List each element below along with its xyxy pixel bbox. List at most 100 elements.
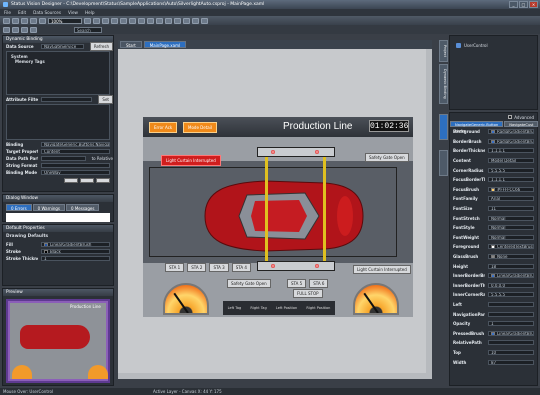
menu-data-sources[interactable]: Data Sources (33, 10, 61, 15)
data-source-select[interactable]: NavGateService (41, 44, 84, 49)
safety-gate-top-indicator[interactable]: Safety Gate Open (365, 153, 409, 162)
property-value[interactable]: Normal (488, 234, 534, 240)
property-value[interactable]: 87 (488, 359, 534, 365)
set-filter-button[interactable]: Set (98, 95, 113, 104)
redo-icon[interactable] (93, 17, 100, 24)
copy-icon[interactable] (39, 17, 46, 24)
advanced-checkbox[interactable] (508, 115, 513, 119)
property-value[interactable] (488, 301, 534, 307)
undo-icon[interactable] (84, 17, 91, 24)
vertical-scrollbar[interactable] (426, 49, 432, 379)
tab-messages[interactable]: 0 Messages (66, 204, 100, 211)
tab-start[interactable]: Start (120, 41, 142, 48)
tab-dynamic-binding[interactable]: Dynamic Binding (439, 64, 448, 104)
station-2[interactable]: STA 2 (187, 263, 207, 272)
cut-icon[interactable] (30, 17, 37, 24)
rectangle-tool-icon[interactable] (12, 26, 19, 33)
station-4[interactable]: STA 4 (231, 263, 251, 272)
new-icon[interactable] (3, 17, 10, 24)
light-curtain-bottom-indicator[interactable]: Light Curtain Interrupted (353, 265, 411, 274)
save-icon[interactable] (21, 17, 28, 24)
tab-events-side[interactable] (439, 150, 448, 176)
tree-item-memory-tags[interactable]: Memory Tags (11, 59, 105, 64)
ellipse-tool-icon[interactable] (21, 26, 28, 33)
menu-help[interactable]: Help (85, 10, 95, 15)
data-path-input[interactable] (41, 156, 86, 161)
binding-mode-select[interactable]: OneWay (41, 170, 110, 175)
property-value[interactable]: Model Detail (488, 158, 534, 164)
tab-mainpage[interactable]: MainPage.xaml (143, 41, 187, 48)
property-value[interactable]: 5,5,5,5 (488, 292, 534, 298)
station-1[interactable]: STA 1 (165, 263, 185, 272)
maximize-button[interactable]: □ (519, 1, 528, 8)
property-value[interactable]: LinearGradientBru (488, 330, 534, 336)
property-value[interactable]: #FFFFCC66 (488, 186, 534, 192)
run-icon[interactable] (183, 17, 190, 24)
minimize-button[interactable]: _ (509, 1, 518, 8)
refresh-button[interactable]: Refresh (89, 42, 113, 51)
property-value[interactable]: Normal (488, 225, 534, 231)
property-value[interactable]: CenteredTextBrush (488, 244, 534, 250)
menu-edit[interactable]: Edit (18, 10, 26, 15)
property-value[interactable]: 0,0,0,0 (488, 282, 534, 288)
fill-value[interactable]: LinearGradientBrush (41, 242, 110, 247)
property-value[interactable]: 1 (488, 321, 534, 327)
to-relative-checkbox[interactable]: to Relative (92, 156, 113, 161)
menu-file[interactable]: File (4, 10, 11, 15)
line-tool-icon[interactable] (30, 26, 37, 33)
zoom-combo[interactable]: 100% (48, 17, 82, 24)
align-right-icon[interactable] (120, 17, 127, 24)
stroke-thickness-value[interactable]: 1 (41, 256, 110, 261)
light-curtain-top-indicator[interactable]: Light Curtain Interrupted (161, 155, 221, 166)
group-icon[interactable] (147, 17, 154, 24)
tab-properties-side[interactable] (439, 114, 448, 140)
full-stop-button[interactable]: FULL STOP (293, 289, 323, 298)
align-bottom-icon[interactable] (138, 17, 145, 24)
search-input[interactable]: Search (74, 26, 102, 33)
open-icon[interactable] (12, 17, 19, 24)
advanced-toggle[interactable]: Advanced (450, 113, 537, 121)
property-value[interactable]: 5,5,5,5 (488, 167, 534, 173)
tab-project[interactable]: Project (439, 40, 448, 62)
property-value[interactable]: 1,1,1,1 (488, 148, 534, 154)
property-value[interactable]: 18 (488, 263, 534, 269)
safety-gate-bottom-indicator[interactable]: Safety Gate Open (227, 279, 271, 288)
tab-errors[interactable]: 0 Errors (6, 204, 32, 211)
bring-front-icon[interactable] (165, 17, 172, 24)
align-left-icon[interactable] (102, 17, 109, 24)
binding-value[interactable]: NavigateGeneric.Buttons.NavigateLowerr (41, 142, 110, 147)
mode-detail-button[interactable]: Mode Detail (183, 122, 217, 133)
align-center-icon[interactable] (111, 17, 118, 24)
property-value[interactable] (488, 340, 534, 346)
pointer-icon[interactable] (3, 26, 10, 33)
tab-warnings[interactable]: 0 Warnings (32, 204, 66, 211)
tree-item-usercontrol[interactable]: UserControl (450, 36, 537, 55)
property-value[interactable]: RadialGradientBru (488, 129, 534, 135)
target-property-select[interactable]: Content (41, 149, 110, 154)
property-value[interactable]: Arial (488, 196, 534, 202)
attribute-filter-input[interactable] (41, 97, 93, 102)
horizontal-scrollbar[interactable] (118, 373, 426, 379)
property-value[interactable]: None (488, 254, 534, 260)
property-value[interactable]: 1,1,1,1 (488, 177, 534, 183)
tab-navigate-cust[interactable]: NavigateCust (504, 121, 539, 127)
property-value[interactable]: 11 (488, 206, 534, 212)
stroke-value[interactable]: Black (41, 249, 110, 254)
string-format-input[interactable] (41, 163, 110, 168)
clear-binding-button[interactable] (80, 178, 94, 183)
station-3[interactable]: STA 3 (209, 263, 229, 272)
station-6[interactable]: STA 6 (309, 279, 329, 288)
align-top-icon[interactable] (129, 17, 136, 24)
send-back-icon[interactable] (174, 17, 181, 24)
ungroup-icon[interactable] (156, 17, 163, 24)
property-value[interactable]: LinearGradientBru (488, 273, 534, 279)
tab-button-name[interactable]: NavigateGeneric.Button Name (450, 121, 504, 133)
remove-binding-button[interactable] (96, 178, 110, 183)
menu-view[interactable]: View (68, 10, 78, 15)
stop-icon[interactable] (192, 17, 199, 24)
error-ack-button[interactable]: Error Ack (149, 122, 178, 133)
close-button[interactable]: × (529, 1, 538, 8)
property-value[interactable] (488, 311, 534, 317)
layers-icon[interactable] (201, 17, 208, 24)
property-value[interactable]: RadialGradientBru (488, 138, 534, 144)
